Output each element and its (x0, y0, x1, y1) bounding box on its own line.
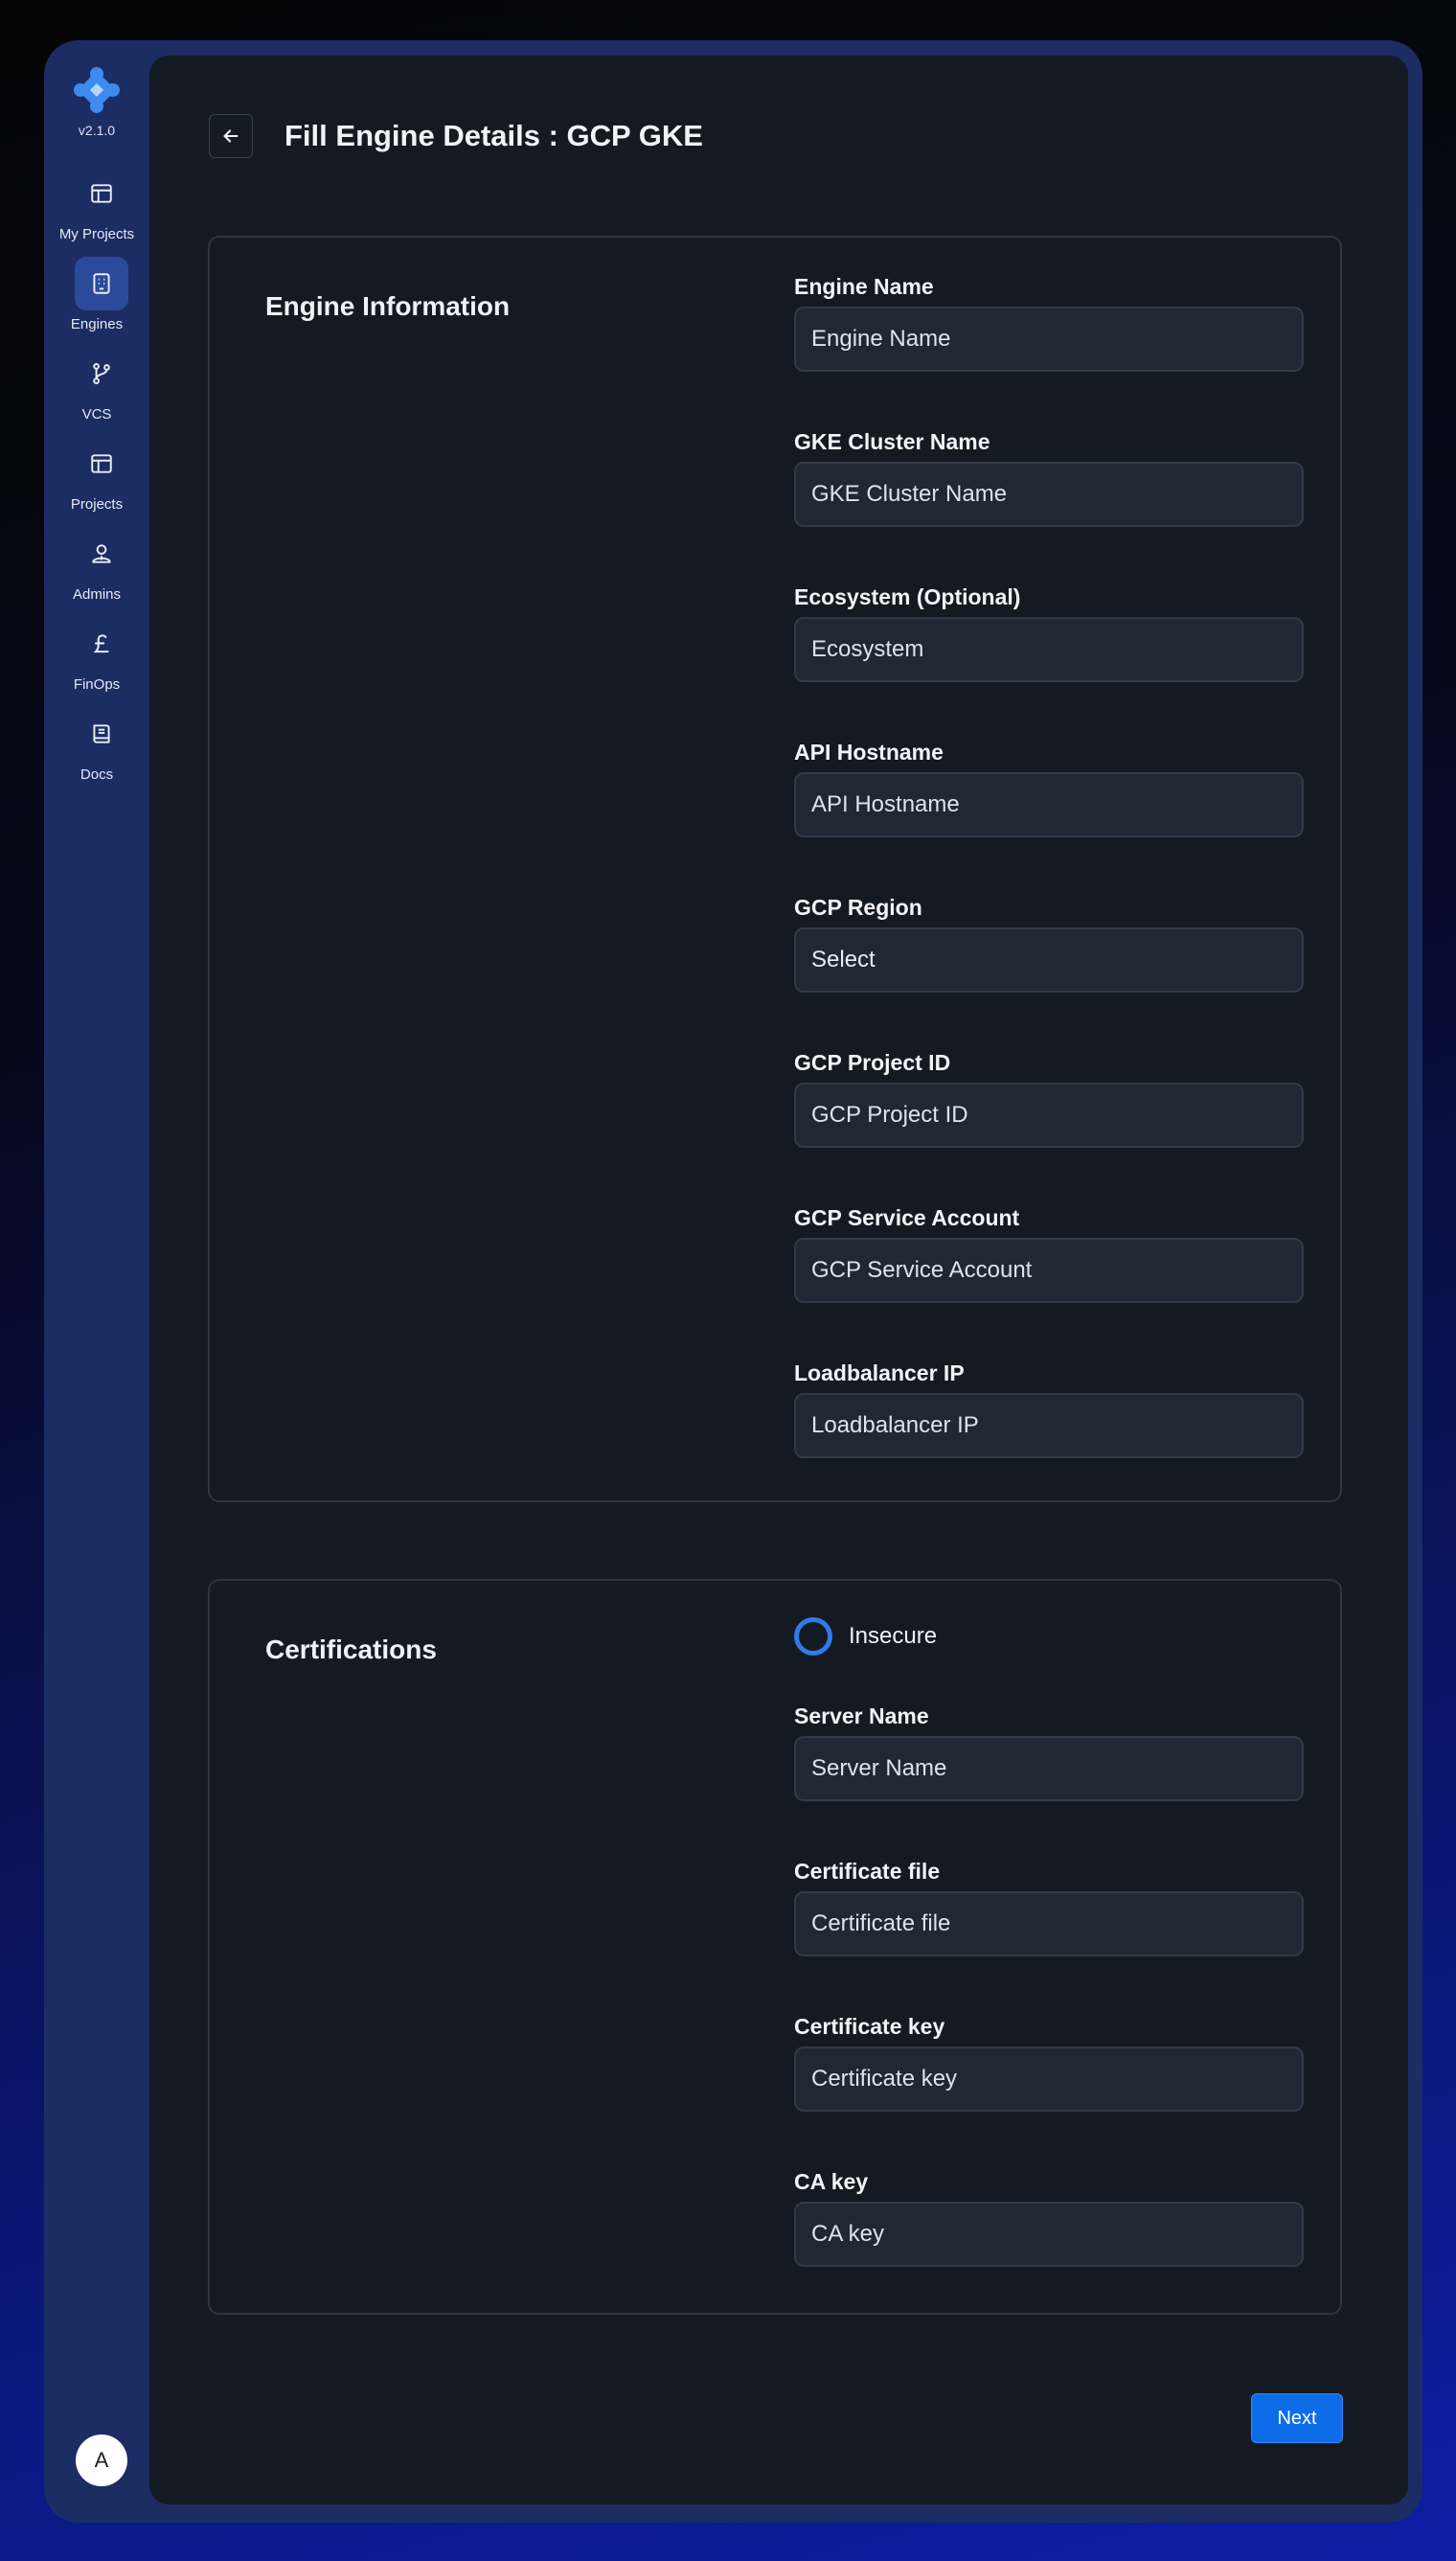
sidebar-item-label: My Projects (58, 226, 135, 242)
gke-cluster-name-field: GKE Cluster Name (794, 427, 1304, 527)
loadbalancer-ip-field: Loadbalancer IP (794, 1359, 1304, 1458)
admin-user-icon (92, 544, 111, 563)
sidebar-item-admins[interactable]: Admins (44, 527, 149, 613)
ca-key-field: CA key (794, 2167, 1304, 2267)
sidebar-item-label: Admins (72, 586, 122, 603)
insecure-option[interactable]: Insecure (794, 1617, 937, 1656)
logo-icon[interactable] (74, 67, 120, 113)
git-branch-icon (93, 363, 110, 384)
field-label: Certificate file (794, 1859, 941, 1884)
field-label: API Hostname (794, 740, 944, 765)
user-avatar[interactable]: A (76, 2435, 127, 2486)
certifications-card: Certifications Insecure Server Name Cert… (208, 1579, 1342, 2315)
api-hostname-field: API Hostname (794, 738, 1304, 837)
sidebar-icon-wrap (75, 167, 128, 220)
certificate-key-field: Certificate key (794, 2012, 1304, 2112)
sidebar-icon-wrap (75, 257, 128, 310)
server-name-input[interactable] (794, 1736, 1304, 1801)
sidebar-item-engines[interactable]: Engines (44, 257, 149, 343)
section-title: Certifications (265, 1635, 437, 1664)
gke-cluster-name-input[interactable] (794, 462, 1304, 527)
engine-information-card: Engine Information Engine Name GKE Clust… (208, 236, 1342, 1502)
gcp-project-id-input[interactable] (794, 1083, 1304, 1148)
ca-key-input[interactable] (794, 2202, 1304, 2267)
engine-icon (93, 273, 110, 294)
sidebar-item-label: FinOps (73, 676, 121, 693)
sidebar-item-label: VCS (81, 406, 112, 423)
insecure-label: Insecure (849, 1623, 938, 1649)
layout-icon (91, 184, 112, 203)
engine-name-field: Engine Name (794, 272, 1304, 372)
arrow-left-icon (223, 129, 239, 143)
engine-name-input[interactable] (794, 307, 1304, 372)
field-label: GCP Project ID (794, 1050, 951, 1075)
field-label: GKE Cluster Name (794, 429, 990, 454)
page-title: Fill Engine Details : GCP GKE (284, 119, 703, 152)
gcp-region-select[interactable]: Select (794, 927, 1304, 993)
sidebar-item-docs[interactable]: Docs (44, 707, 149, 793)
gcp-service-account-field: GCP Service Account (794, 1203, 1304, 1303)
field-label: GCP Region (794, 895, 922, 920)
certificate-file-field: Certificate file (794, 1857, 1304, 1956)
sidebar-item-finops[interactable]: FinOps (44, 617, 149, 703)
sidebar-icon-wrap (75, 527, 128, 581)
insecure-radio[interactable] (794, 1617, 832, 1656)
section-title: Engine Information (265, 291, 511, 321)
sidebar-icon-wrap (75, 707, 128, 761)
field-label: CA key (794, 2169, 869, 2194)
sidebar-item-projects[interactable]: Projects (44, 437, 149, 523)
loadbalancer-ip-input[interactable] (794, 1393, 1304, 1458)
gcp-project-id-field: GCP Project ID (794, 1048, 1304, 1148)
field-label: Certificate key (794, 2014, 945, 2039)
sidebar-item-label: Engines (70, 316, 124, 332)
sidebar: v2.1.0 My Projects Engines VCS Projects … (44, 40, 149, 2523)
main-panel: Fill Engine Details : GCP GKE Engine Inf… (149, 56, 1408, 2504)
api-hostname-input[interactable] (794, 772, 1304, 837)
back-button[interactable] (209, 114, 253, 158)
sidebar-item-label: Docs (80, 766, 114, 783)
ecosystem-field: Ecosystem (Optional) (794, 583, 1304, 682)
sidebar-icon-wrap (75, 347, 128, 400)
field-label: Ecosystem (Optional) (794, 584, 1021, 609)
sidebar-item-vcs[interactable]: VCS (44, 347, 149, 433)
certificate-key-input[interactable] (794, 2047, 1304, 2112)
server-name-field: Server Name (794, 1702, 1304, 1801)
book-icon (93, 724, 110, 743)
app-version: v2.1.0 (78, 123, 116, 138)
field-label: GCP Service Account (794, 1205, 1020, 1230)
gcp-service-account-input[interactable] (794, 1238, 1304, 1303)
layout-icon (91, 454, 112, 473)
sidebar-icon-wrap (75, 617, 128, 671)
sidebar-item-label: Projects (70, 496, 124, 513)
gcp-region-field: GCP Region Select (794, 893, 1304, 993)
ecosystem-input[interactable] (794, 617, 1304, 682)
next-button[interactable]: Next (1251, 2393, 1343, 2443)
field-label: Engine Name (794, 274, 934, 299)
app-shell: v2.1.0 My Projects Engines VCS Projects … (44, 40, 1422, 2523)
sidebar-icon-wrap (75, 437, 128, 491)
sidebar-item-my-projects[interactable]: My Projects (44, 167, 149, 253)
pound-icon (93, 634, 109, 653)
field-label: Server Name (794, 1704, 929, 1728)
certificate-file-input[interactable] (794, 1891, 1304, 1956)
field-label: Loadbalancer IP (794, 1361, 965, 1385)
